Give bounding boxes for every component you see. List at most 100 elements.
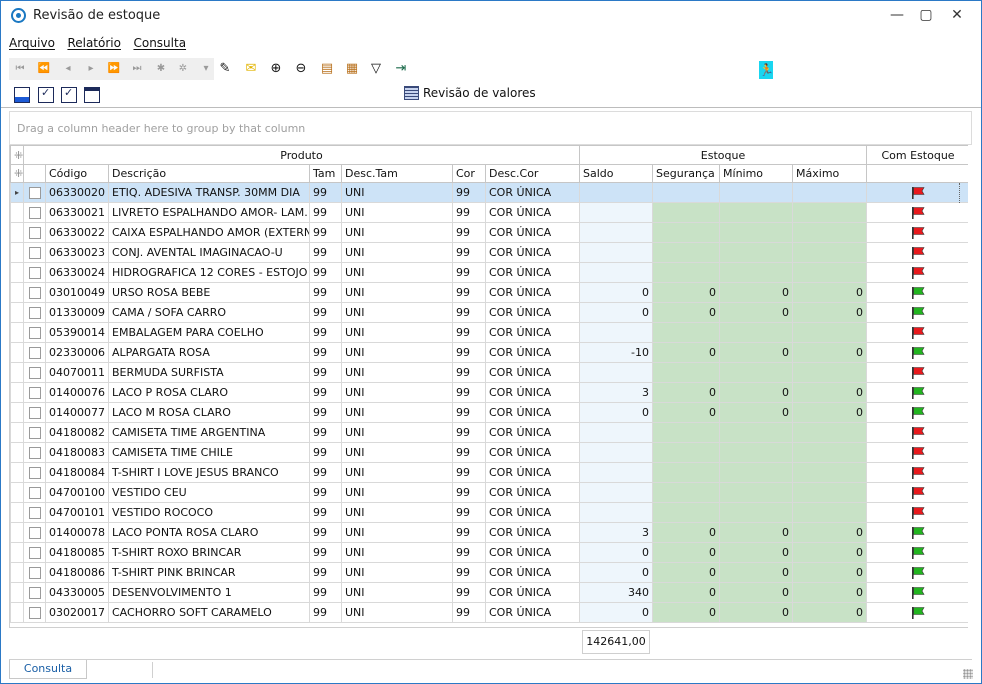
cell-maximo[interactable] bbox=[792, 442, 868, 463]
row-checkbox[interactable] bbox=[28, 526, 41, 539]
cell-descricao[interactable]: VESTIDO ROCOCO bbox=[108, 502, 310, 523]
cell-seguranca[interactable] bbox=[652, 422, 721, 443]
cell-desc-cor[interactable]: COR ÚNICA bbox=[484, 382, 581, 403]
next-record-icon[interactable]: ▸ bbox=[83, 61, 99, 77]
cell-minimo[interactable]: 0 bbox=[719, 302, 794, 323]
cell-descricao[interactable]: LACO M ROSA CLARO bbox=[108, 402, 310, 423]
cell-maximo[interactable] bbox=[792, 322, 868, 343]
cell-codigo[interactable]: 01400077 bbox=[45, 402, 109, 423]
table-row[interactable]: ▸ 06330020 ETIQ. ADESIVA TRANSP. 30MM DIA 9… bbox=[10, 182, 968, 203]
cell-desc-tam[interactable]: UNI bbox=[341, 402, 453, 423]
header-codigo[interactable]: Código bbox=[45, 164, 109, 183]
zoom-in-icon[interactable]: ⊕ bbox=[267, 60, 285, 78]
cell-cor[interactable]: 99 bbox=[452, 362, 486, 383]
cell-descricao[interactable]: CAMA / SOFA CARRO bbox=[108, 302, 310, 323]
cell-saldo[interactable]: 3 bbox=[579, 382, 654, 403]
cell-seguranca[interactable] bbox=[652, 362, 721, 383]
table-row[interactable]: 01330009 CAMA / SOFA CARRO 99 UNI 99 COR ÚNIC… bbox=[10, 302, 968, 323]
cell-desc-cor[interactable]: COR ÚNICA bbox=[484, 342, 581, 363]
cell-saldo[interactable] bbox=[579, 462, 654, 483]
cell-desc-tam[interactable]: UNI bbox=[341, 322, 453, 343]
header-saldo[interactable]: Saldo bbox=[579, 164, 654, 183]
cell-tam[interactable]: 99 bbox=[309, 502, 342, 523]
cell-cor[interactable]: 99 bbox=[452, 522, 486, 543]
cell-descricao[interactable]: URSO ROSA BEBE bbox=[108, 282, 310, 303]
cell-desc-cor[interactable]: COR ÚNICA bbox=[484, 402, 581, 423]
cell-descricao[interactable]: CAIXA ESPALHANDO AMOR (EXTERNA bbox=[108, 222, 310, 243]
cell-descricao[interactable]: ALPARGATA ROSA bbox=[108, 342, 310, 363]
cell-desc-cor[interactable]: COR ÚNICA bbox=[484, 302, 581, 323]
cell-minimo[interactable]: 0 bbox=[719, 282, 794, 303]
cell-seguranca[interactable]: 0 bbox=[652, 582, 721, 603]
cell-desc-tam[interactable]: UNI bbox=[341, 222, 453, 243]
cell-codigo[interactable]: 01400078 bbox=[45, 522, 109, 543]
cell-tam[interactable]: 99 bbox=[309, 302, 342, 323]
cell-minimo[interactable] bbox=[719, 462, 794, 483]
cell-minimo[interactable]: 0 bbox=[719, 522, 794, 543]
cell-tam[interactable]: 99 bbox=[309, 562, 342, 583]
cell-codigo[interactable]: 04180084 bbox=[45, 462, 109, 483]
cell-maximo[interactable]: 0 bbox=[792, 342, 868, 363]
cell-seguranca[interactable] bbox=[652, 262, 721, 283]
cell-maximo[interactable]: 0 bbox=[792, 522, 868, 543]
cell-minimo[interactable]: 0 bbox=[719, 342, 794, 363]
cell-tam[interactable]: 99 bbox=[309, 462, 342, 483]
cell-seguranca[interactable] bbox=[652, 442, 721, 463]
cell-maximo[interactable]: 0 bbox=[792, 402, 868, 423]
cell-descricao[interactable]: CONJ. AVENTAL IMAGINACAO-U bbox=[108, 242, 310, 263]
cell-maximo[interactable] bbox=[792, 482, 868, 503]
cell-descricao[interactable]: T-SHIRT I LOVE JESUS BRANCO bbox=[108, 462, 310, 483]
table-row[interactable]: 04180084 T-SHIRT I LOVE JESUS BRANCO 99 UNI… bbox=[10, 462, 968, 483]
cell-tam[interactable]: 99 bbox=[309, 262, 342, 283]
cell-minimo[interactable]: 0 bbox=[719, 582, 794, 603]
minimize-icon[interactable]: — bbox=[884, 4, 910, 26]
cell-desc-tam[interactable]: UNI bbox=[341, 602, 453, 623]
cell-descricao[interactable]: ETIQ. ADESIVA TRANSP. 30MM DIA bbox=[108, 182, 310, 203]
cell-maximo[interactable]: 0 bbox=[792, 282, 868, 303]
cell-descricao[interactable]: CAMISETA TIME ARGENTINA bbox=[108, 422, 310, 443]
cell-cor[interactable]: 99 bbox=[452, 422, 486, 443]
table-row[interactable]: 03010049 URSO ROSA BEBE 99 UNI 99 COR ÚNICA 0 0… bbox=[10, 282, 968, 303]
cell-saldo[interactable]: 0 bbox=[579, 562, 654, 583]
menu-relatorio[interactable]: Relatório bbox=[67, 36, 121, 50]
table-row[interactable]: 04180083 CAMISETA TIME CHILE 99 UNI 99 COR ÚN… bbox=[10, 442, 968, 463]
table-row[interactable]: 04180082 CAMISETA TIME ARGENTINA 99 UNI 99 CO… bbox=[10, 422, 968, 443]
cell-minimo[interactable] bbox=[719, 502, 794, 523]
cell-codigo[interactable]: 06330024 bbox=[45, 262, 109, 283]
cell-desc-tam[interactable]: UNI bbox=[341, 422, 453, 443]
group-by-panel[interactable]: Drag a column header here to group by th… bbox=[9, 111, 972, 145]
cell-codigo[interactable]: 06330022 bbox=[45, 222, 109, 243]
cell-saldo[interactable]: -10 bbox=[579, 342, 654, 363]
cell-maximo[interactable]: 0 bbox=[792, 382, 868, 403]
cell-cor[interactable]: 99 bbox=[452, 282, 486, 303]
cell-maximo[interactable] bbox=[792, 502, 868, 523]
cell-maximo[interactable] bbox=[792, 462, 868, 483]
cell-desc-tam[interactable]: UNI bbox=[341, 502, 453, 523]
export-icon[interactable]: ▦ bbox=[343, 60, 361, 78]
cell-desc-tam[interactable]: UNI bbox=[341, 542, 453, 563]
cell-desc-cor[interactable]: COR ÚNICA bbox=[484, 262, 581, 283]
last-record-icon[interactable]: ⏭ bbox=[129, 61, 145, 77]
cell-desc-cor[interactable]: COR ÚNICA bbox=[484, 522, 581, 543]
cell-tam[interactable]: 99 bbox=[309, 442, 342, 463]
cell-maximo[interactable]: 0 bbox=[792, 542, 868, 563]
zoom-out-icon[interactable]: ⊖ bbox=[292, 60, 310, 78]
cell-desc-tam[interactable]: UNI bbox=[341, 362, 453, 383]
cell-descricao[interactable]: T-SHIRT PINK BRINCAR bbox=[108, 562, 310, 583]
cell-saldo[interactable]: 0 bbox=[579, 302, 654, 323]
cell-desc-tam[interactable]: UNI bbox=[341, 202, 453, 223]
cell-saldo[interactable] bbox=[579, 322, 654, 343]
cell-desc-cor[interactable]: COR ÚNICA bbox=[484, 182, 581, 203]
table-row[interactable]: 06330022 CAIXA ESPALHANDO AMOR (EXTERNA 99… bbox=[10, 222, 968, 243]
cell-desc-tam[interactable]: UNI bbox=[341, 342, 453, 363]
cell-codigo[interactable]: 04330005 bbox=[45, 582, 109, 603]
cell-seguranca[interactable]: 0 bbox=[652, 302, 721, 323]
cell-maximo[interactable] bbox=[792, 362, 868, 383]
row-checkbox[interactable] bbox=[28, 226, 41, 239]
cell-desc-cor[interactable]: COR ÚNICA bbox=[484, 282, 581, 303]
cell-seguranca[interactable] bbox=[652, 482, 721, 503]
cell-codigo[interactable]: 04180086 bbox=[45, 562, 109, 583]
cell-minimo[interactable] bbox=[719, 262, 794, 283]
cell-minimo[interactable]: 0 bbox=[719, 602, 794, 623]
edit-icon[interactable]: ✎ bbox=[216, 60, 234, 78]
